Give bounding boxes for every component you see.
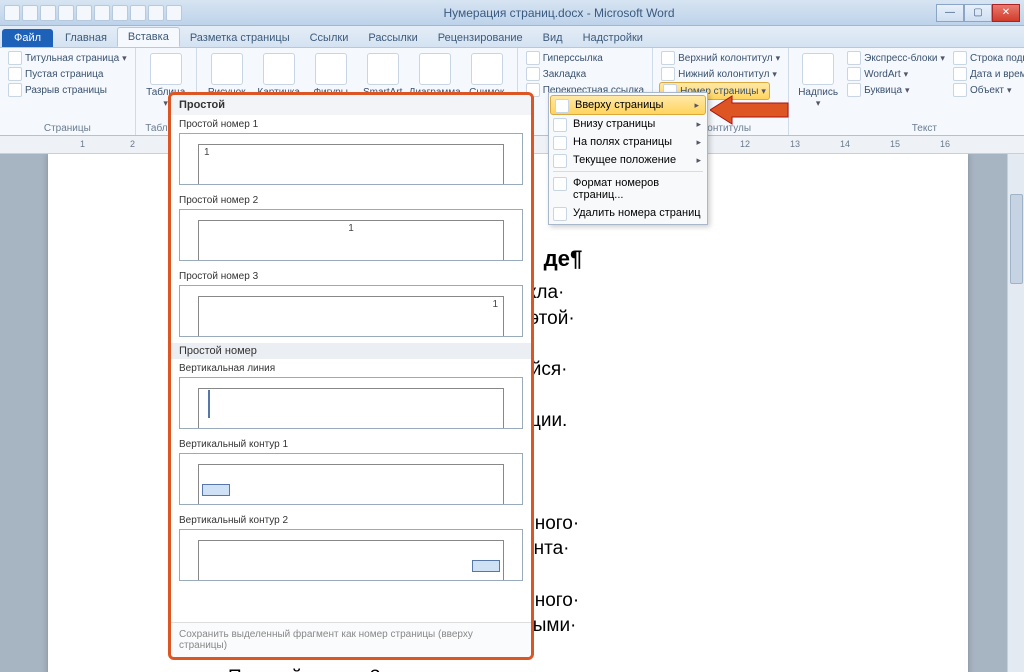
menu-remove-page-numbers[interactable]: Удалить номера страниц	[549, 204, 707, 222]
tab-page-layout[interactable]: Разметка страницы	[180, 29, 300, 47]
gallery-item[interactable]: Вертикальная линия	[171, 359, 531, 435]
group-pages: Титульная страница▾ Пустая страница Разр…	[0, 48, 136, 135]
remove-icon	[553, 207, 567, 221]
gallery-section-header: Простой номер	[171, 343, 531, 359]
page-margin-icon	[553, 136, 567, 150]
window-controls: — ▢ ✕	[936, 4, 1020, 22]
dropcap-icon	[847, 83, 861, 97]
blank-page-icon	[8, 67, 22, 81]
signature-icon	[953, 51, 967, 65]
gallery-item[interactable]: Простой номер 3 1	[171, 267, 531, 343]
quick-access-toolbar	[4, 5, 182, 21]
datetime-icon	[953, 67, 967, 81]
hyperlink-icon	[526, 51, 540, 65]
doc-text: Простой·номер·3·–·номер·без·форматирован…	[198, 665, 928, 672]
blank-page-button[interactable]: Пустая страница	[6, 66, 105, 82]
page-number-menu: Вверху страницы▸ Внизу страницы▸ На поля…	[548, 92, 708, 225]
qat-icon[interactable]	[148, 5, 164, 21]
chart-button[interactable]: Диаграмма	[411, 50, 459, 98]
menu-top-of-page[interactable]: Вверху страницы▸	[550, 95, 706, 115]
footer-icon	[661, 67, 675, 81]
chart-icon	[419, 53, 451, 85]
scrollbar-thumb[interactable]	[1010, 194, 1023, 284]
tab-insert[interactable]: Вставка	[117, 27, 180, 47]
wordart-icon	[847, 67, 861, 81]
page-top-icon	[555, 99, 569, 113]
picture-icon	[211, 53, 243, 85]
page-number-gallery: Простой Простой номер 1 1 Простой номер …	[168, 92, 534, 660]
title-bar: Нумерация страниц.docx - Microsoft Word …	[0, 0, 1024, 26]
hyperlink-button[interactable]: Гиперссылка	[524, 50, 605, 66]
cover-page-icon	[8, 51, 22, 65]
tab-review[interactable]: Рецензирование	[428, 29, 533, 47]
annotation-arrow	[710, 94, 790, 126]
shapes-icon	[315, 53, 347, 85]
group-label: Текст	[795, 122, 1024, 135]
maximize-button[interactable]: ▢	[964, 4, 992, 22]
page-break-icon	[8, 83, 22, 97]
qat-icon[interactable]	[94, 5, 110, 21]
qat-icon[interactable]	[58, 5, 74, 21]
menu-current-position[interactable]: Текущее положение▸	[549, 151, 707, 169]
page-break-button[interactable]: Разрыв страницы	[6, 82, 109, 98]
clipart-icon	[263, 53, 295, 85]
gallery-save-selection[interactable]: Сохранить выделенный фрагмент как номер …	[171, 622, 531, 657]
page-bottom-icon	[553, 118, 567, 132]
qat-icon[interactable]	[76, 5, 92, 21]
gallery-item[interactable]: Простой номер 2 1	[171, 191, 531, 267]
textbox-button[interactable]: Надпись▾	[795, 50, 841, 109]
object-icon	[953, 83, 967, 97]
footer-button[interactable]: Нижний колонтитул▾	[659, 66, 779, 82]
group-text: Надпись▾ Экспресс-блоки▾ WordArt▾ Буквиц…	[789, 48, 1024, 135]
menu-bottom-of-page[interactable]: Внизу страницы▸	[549, 115, 707, 133]
gallery-item[interactable]: Простой номер 1 1	[171, 115, 531, 191]
textbox-icon	[802, 53, 834, 85]
qat-icon[interactable]	[112, 5, 128, 21]
signature-button[interactable]: Строка подписи▾	[951, 50, 1024, 66]
gallery-item[interactable]: Вертикальный контур 1	[171, 435, 531, 511]
current-pos-icon	[553, 154, 567, 168]
qat-icon[interactable]	[166, 5, 182, 21]
window-title: Нумерация страниц.docx - Microsoft Word	[182, 6, 936, 20]
menu-page-margins[interactable]: На полях страницы▸	[549, 133, 707, 151]
smartart-button[interactable]: SmartArt	[359, 50, 407, 98]
qat-save-icon[interactable]	[4, 5, 20, 21]
qat-icon[interactable]	[130, 5, 146, 21]
cover-page-button[interactable]: Титульная страница▾	[6, 50, 129, 66]
tab-home[interactable]: Главная	[55, 29, 117, 47]
datetime-button[interactable]: Дата и время	[951, 66, 1024, 82]
quickparts-button[interactable]: Экспресс-блоки▾	[845, 50, 947, 66]
header-button[interactable]: Верхний колонтитул▾	[659, 50, 782, 66]
gallery-item[interactable]: Вертикальный контур 2	[171, 511, 531, 587]
header-icon	[661, 51, 675, 65]
dropcap-button[interactable]: Буквица▾	[845, 82, 947, 98]
gallery-section-header: Простой	[171, 95, 531, 115]
close-button[interactable]: ✕	[992, 4, 1020, 22]
tab-addins[interactable]: Надстройки	[573, 29, 653, 47]
group-label: Страницы	[6, 122, 129, 135]
bookmark-icon	[526, 67, 540, 81]
qat-redo-icon[interactable]	[40, 5, 56, 21]
bookmark-button[interactable]: Закладка	[524, 66, 588, 82]
menu-format-page-numbers[interactable]: Формат номеров страниц...	[549, 174, 707, 204]
quickparts-icon	[847, 51, 861, 65]
qat-undo-icon[interactable]	[22, 5, 38, 21]
format-icon	[553, 177, 567, 191]
tab-mailings[interactable]: Рассылки	[358, 29, 427, 47]
vertical-scrollbar[interactable]	[1007, 154, 1024, 672]
file-tab[interactable]: Файл	[2, 29, 53, 47]
wordart-button[interactable]: WordArt▾	[845, 66, 947, 82]
ribbon-tabs: Файл Главная Вставка Разметка страницы С…	[0, 26, 1024, 48]
screenshot-icon	[471, 53, 503, 85]
tab-view[interactable]: Вид	[533, 29, 573, 47]
object-button[interactable]: Объект▾	[951, 82, 1024, 98]
tab-references[interactable]: Ссылки	[300, 29, 359, 47]
table-icon	[150, 53, 182, 85]
clipart-button[interactable]: Картинка	[255, 50, 303, 98]
picture-button[interactable]: Рисунок	[203, 50, 251, 98]
minimize-button[interactable]: —	[936, 4, 964, 22]
smartart-icon	[367, 53, 399, 85]
